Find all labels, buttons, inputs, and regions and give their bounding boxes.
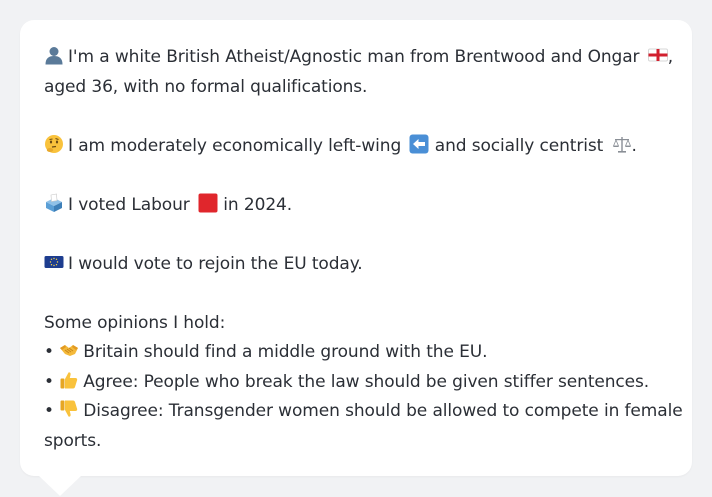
bullet: •	[44, 371, 54, 392]
opinion-item: • Disagree: Transgender women should be …	[44, 399, 683, 421]
person-icon	[44, 45, 64, 65]
opinion-item-continued: sports.	[44, 430, 102, 451]
opinions-heading: Some opinions I hold:	[44, 312, 226, 333]
intro-line: I'm a white British Atheist/Agnostic man…	[44, 43, 673, 73]
bullet: •	[44, 401, 54, 421]
ballot-box-icon	[44, 193, 64, 213]
bubble-tail	[39, 476, 81, 496]
left-arrow-icon	[409, 134, 429, 154]
thumbs-up-icon	[59, 370, 79, 390]
vote-line: I voted Labour in 2024.	[44, 191, 668, 221]
bullet: •	[44, 342, 54, 362]
profile-card: I'm a white British Atheist/Agnostic man…	[20, 20, 692, 476]
eu-line: I would vote to rejoin the EU today.	[44, 250, 668, 280]
england-flag-icon	[647, 45, 668, 65]
balance-scale-icon	[612, 134, 632, 154]
thinking-face-icon	[44, 134, 64, 154]
opinion-item: • Britain should find a middle ground wi…	[44, 340, 488, 362]
eu-flag-icon	[44, 252, 64, 272]
thumbs-down-icon	[59, 399, 79, 419]
handshake-icon	[59, 340, 79, 360]
intro-line-continued: aged 36, with no formal qualifications.	[44, 76, 368, 97]
red-square-icon	[198, 193, 218, 213]
opinion-item: • Agree: People who break the law should…	[44, 370, 650, 392]
economics-line: I am moderately economically left-wing a…	[44, 132, 668, 162]
